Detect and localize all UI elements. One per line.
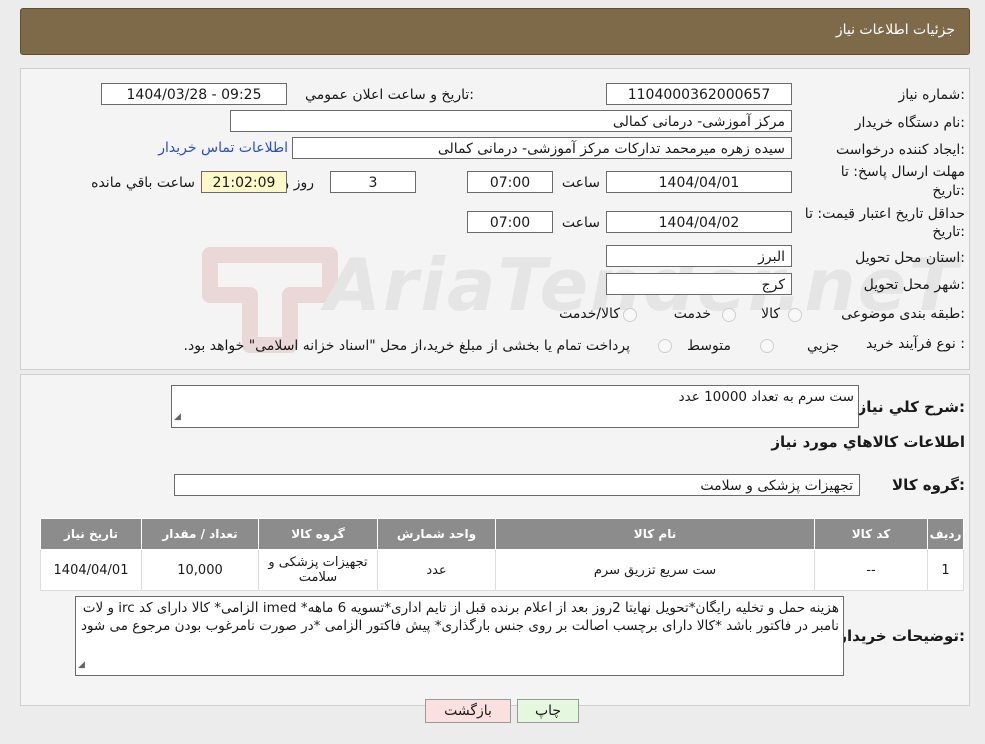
cell-item-group: تجهیزات پزشکی و سلامت (258, 549, 378, 591)
validity-date-field: 1404/04/02 (606, 211, 792, 233)
city-field: کرج (606, 273, 792, 295)
col-unit: واحد شمارش (377, 518, 496, 550)
validity-time-label: ساعت (561, 215, 600, 231)
validity-label: حداقل تاريخ اعتبار قيمت: تا (804, 206, 965, 222)
announce-label: تاریخ و ساعت اعلان عمومي: (305, 87, 474, 103)
category-option-goods-label: کالا (761, 306, 780, 322)
page-header: جزئیات اطلاعات نیاز (20, 8, 970, 55)
goods-group-field: تجهیزات پزشکی و سلامت (174, 474, 860, 496)
goods-info-title: اطلاعات کالاهاي مورد نياز (771, 433, 965, 451)
print-button[interactable]: چاپ (517, 699, 579, 723)
buyer-org-field: مرکز آموزشی- درمانی کمالی (230, 110, 792, 132)
buyer-notes-label: توضيحات خريدار: (838, 627, 965, 645)
days-field: 3 (330, 171, 416, 193)
days-label: روز و (282, 175, 315, 191)
category-label: طبقه بندی موضوعی: (841, 306, 965, 322)
cell-item-code: -- (814, 549, 928, 591)
back-button[interactable]: بازگشت (425, 699, 511, 723)
cell-need-date: 1404/04/01 (40, 549, 142, 591)
process-note: پرداخت تمام يا بخشی از مبلغ خريد،از محل … (183, 338, 630, 354)
need-number-field: 1104000362000657 (606, 83, 792, 105)
deadline-time-field: 07:00 (467, 171, 553, 193)
category-option-service-label: خدمت (673, 306, 711, 322)
table-header-row: رديف کد کالا نام کالا واحد شمارش گروه کا… (40, 518, 964, 550)
creator-label: ايجاد کننده درخواست: (836, 142, 965, 158)
buyer-notes-field[interactable]: هزینه حمل و تخلیه رایگان*تحویل نهایتا 2ر… (75, 596, 844, 676)
items-table: رديف کد کالا نام کالا واحد شمارش گروه کا… (40, 518, 964, 591)
resize-handle-icon: ◢ (174, 412, 181, 422)
col-need-date: تاريخ نياز (40, 518, 142, 550)
city-label: شهر محل تحويل: (863, 277, 965, 293)
category-option-both-radio[interactable] (623, 308, 637, 322)
page-title: جزئیات اطلاعات نیاز (835, 22, 955, 38)
need-number-label: شماره نیاز: (898, 87, 965, 103)
col-item-group: گروه کالا (258, 518, 378, 550)
process-option-minor-label: جزيي (807, 338, 839, 354)
deadline-label: مهلت ارسال پاسخ: تا (840, 164, 965, 180)
resize-handle-icon: ◢ (78, 660, 85, 670)
process-type-label: نوع فرآيند خريد : (866, 336, 965, 352)
cell-unit: عدد (377, 549, 496, 591)
contact-buyer-link[interactable]: اطلاعات تماس خريدار (158, 140, 288, 156)
cell-row-number: 1 (927, 549, 964, 591)
validity-label-date: تاريخ: (932, 224, 965, 240)
process-option-medium-radio[interactable] (658, 339, 672, 353)
goods-group-label: گروه کالا: (892, 476, 965, 494)
deadline-label-date: تاريخ: (932, 183, 965, 199)
buyer-org-label: نام دستگاه خريدار: (854, 115, 965, 131)
category-option-service-radio[interactable] (722, 308, 736, 322)
cell-quantity: 10,000 (141, 549, 259, 591)
validity-time-field: 07:00 (467, 211, 553, 233)
category-option-goods-radio[interactable] (788, 308, 802, 322)
buyer-notes-text: هزینه حمل و تخلیه رایگان*تحویل نهایتا 2ر… (80, 600, 839, 634)
province-field: البرز (606, 245, 792, 267)
need-description-field[interactable]: ست سرم به تعداد 10000 عدد ◢ (171, 385, 859, 428)
remaining-time-label: ساعت باقي مانده (91, 175, 195, 191)
deadline-time-label: ساعت (561, 175, 600, 191)
need-description-text: ست سرم به تعداد 10000 عدد (678, 389, 854, 405)
col-row-number: رديف (927, 518, 964, 550)
col-item-name: نام کالا (495, 518, 815, 550)
need-description-label: شرح کلي نياز: (857, 398, 965, 416)
category-option-both-label: کالا/خدمت (559, 306, 620, 322)
deadline-date-field: 1404/04/01 (606, 171, 792, 193)
remaining-time-field: 21:02:09 (201, 171, 287, 193)
creator-field: سیده زهره میرمحمد تداركات مرکز آموزشی- د… (292, 137, 792, 159)
province-label: استان محل تحويل: (855, 250, 965, 266)
announce-field: 1404/03/28 - 09:25 (101, 83, 287, 105)
col-item-code: کد کالا (814, 518, 928, 550)
process-option-minor-radio[interactable] (760, 339, 774, 353)
process-option-medium-label: متوسط (687, 338, 731, 354)
cell-item-name: ست سریع تزریق سرم (495, 549, 815, 591)
table-row: 1 -- ست سریع تزریق سرم عدد تجهیزات پزشکی… (40, 549, 964, 591)
col-quantity: تعداد / مقدار (141, 518, 259, 550)
